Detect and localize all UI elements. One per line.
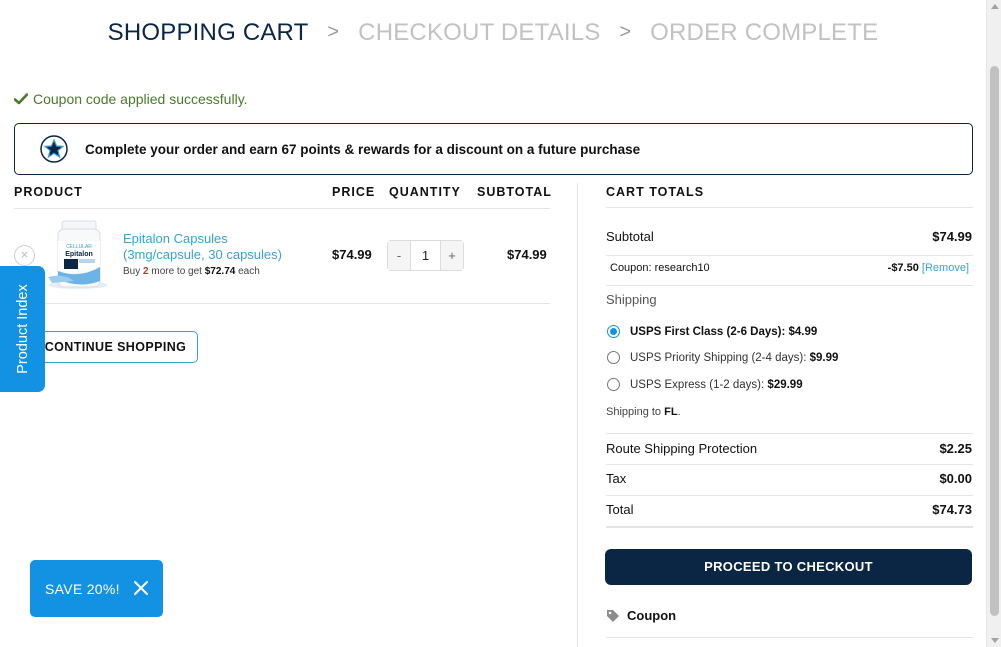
column-header-price: PRICE	[332, 185, 376, 199]
shipping-label: Shipping	[606, 292, 657, 307]
divider	[606, 495, 973, 496]
column-header-quantity: QUANTITY	[389, 185, 461, 199]
shipping-to-prefix: Shipping to	[606, 406, 662, 418]
cart-totals-title: CART TOTALS	[606, 185, 705, 199]
coupon-discount-value: -$7.50	[887, 262, 919, 274]
upsell-quantity: 2	[143, 266, 149, 277]
subtotal-label: Subtotal	[606, 229, 654, 244]
coupon-label: Coupon: research10	[610, 262, 710, 274]
save-20-badge[interactable]: SAVE 20%!	[30, 560, 163, 617]
coupon-row: Coupon: research10 -$7.50 [Remove]	[606, 262, 969, 274]
proceed-to-checkout-button[interactable]: PROCEED TO CHECKOUT	[605, 549, 972, 585]
svg-text:Epitalon: Epitalon	[65, 251, 93, 258]
step-checkout-details[interactable]: CHECKOUT DETAILS	[358, 19, 600, 47]
shipping-option-price: $9.99	[809, 351, 839, 364]
rewards-text: Complete your order and earn 67 points &…	[85, 141, 641, 157]
close-icon[interactable]	[133, 580, 149, 596]
item-subtotal: $74.99	[507, 247, 547, 262]
product-index-label: Product Index	[14, 284, 31, 374]
quantity-stepper: - 1 +	[387, 240, 464, 271]
column-header-subtotal: SUBTOTAL	[477, 185, 552, 199]
divider	[14, 208, 550, 209]
divider	[606, 433, 973, 434]
total-row: Total $74.73	[606, 502, 972, 517]
divider	[606, 255, 973, 256]
rewards-banner: Complete your order and earn 67 points &…	[14, 123, 973, 175]
quantity-decrease-button[interactable]: -	[388, 241, 411, 270]
star-badge-icon	[40, 135, 68, 163]
quantity-increase-button[interactable]: +	[440, 241, 463, 270]
subtotal-value: $74.99	[932, 229, 972, 244]
quantity-input[interactable]: 1	[411, 248, 440, 263]
step-order-complete: ORDER COMPLETE	[650, 18, 879, 46]
tax-value: $0.00	[939, 471, 972, 486]
shipping-to-suffix: .	[677, 406, 681, 418]
upsell-text: more to get	[151, 266, 202, 277]
radio-unselected[interactable]	[607, 351, 620, 364]
shipping-option-label: USPS Priority Shipping (2-4 days):	[630, 351, 807, 364]
chevron-right-icon: >	[619, 21, 632, 44]
divider	[14, 303, 550, 304]
route-protection-row: Route Shipping Protection $2.25	[606, 441, 972, 456]
coupon-toggle-label[interactable]: Coupon	[627, 608, 676, 623]
checkout-steps: SHOPPING CART > CHECKOUT DETAILS > ORDER…	[0, 18, 986, 47]
upsell-price: $72.74	[204, 266, 236, 277]
shipping-option-first-class[interactable]: USPS First Class (2-6 Days): $4.99	[607, 325, 817, 338]
radio-selected[interactable]	[607, 325, 620, 338]
shipping-option-label: USPS Express (1-2 days):	[630, 378, 765, 391]
continue-shopping-button[interactable]: CONTINUE SHOPPING	[33, 331, 198, 363]
scroll-down-arrow-icon[interactable]	[991, 638, 999, 643]
notice-message: Coupon code applied successfully.	[33, 91, 248, 107]
product-thumbnail[interactable]: CELLULAR Epitalon	[44, 219, 112, 291]
save-badge-label[interactable]: SAVE 20%!	[45, 581, 120, 597]
scrollbar-thumb[interactable]	[990, 66, 999, 616]
radio-unselected[interactable]	[607, 378, 620, 391]
remove-coupon-link[interactable]: [Remove]	[922, 262, 969, 274]
tag-icon	[607, 609, 619, 622]
remove-item-button[interactable]: ×	[14, 245, 35, 266]
product-name-line2[interactable]: (3mg/capsule, 30 capsules)	[123, 247, 323, 263]
tax-row: Tax $0.00	[606, 471, 972, 486]
check-icon	[14, 93, 28, 105]
item-price: $74.99	[332, 247, 372, 262]
shipping-option-express[interactable]: USPS Express (1-2 days): $29.99	[607, 378, 803, 391]
total-value: $74.73	[932, 502, 972, 517]
shipping-option-price: $29.99	[767, 378, 803, 391]
column-divider	[577, 183, 578, 647]
total-label: Total	[606, 502, 634, 517]
column-header-product: PRODUCT	[14, 185, 83, 199]
scroll-up-arrow-icon[interactable]	[991, 4, 999, 9]
shipping-destination: Shipping to FL.	[606, 406, 681, 418]
upsell-suffix: each	[238, 266, 260, 277]
step-shopping-cart[interactable]: SHOPPING CART	[108, 19, 309, 47]
subtotal-row: Subtotal $74.99	[606, 229, 972, 244]
product-name-link[interactable]: Epitalon Capsules (3mg/capsule, 30 capsu…	[123, 231, 323, 263]
product-index-tab[interactable]: Product Index	[0, 266, 45, 392]
upsell-prefix: Buy	[123, 266, 141, 277]
divider	[606, 637, 973, 638]
chevron-right-icon: >	[327, 21, 340, 44]
shipping-option-price: $4.99	[788, 325, 818, 338]
route-protection-label: Route Shipping Protection	[606, 441, 758, 456]
divider	[606, 464, 973, 465]
divider	[606, 526, 973, 528]
coupon-success-notice: Coupon code applied successfully.	[14, 91, 248, 107]
shipping-option-priority[interactable]: USPS Priority Shipping (2-4 days): $9.99	[607, 351, 838, 364]
divider	[606, 285, 973, 286]
route-protection-value: $2.25	[939, 441, 972, 456]
tax-label: Tax	[606, 471, 627, 486]
product-name-line1[interactable]: Epitalon Capsules	[123, 231, 323, 247]
coupon-toggle[interactable]: Coupon	[606, 608, 676, 623]
divider	[606, 207, 973, 208]
shipping-option-label: USPS First Class (2-6 Days):	[630, 325, 786, 338]
upsell-note: Buy 2 more to get $72.74 each	[123, 266, 260, 277]
svg-text:CELLULAR: CELLULAR	[66, 244, 92, 250]
page-scrollbar[interactable]	[986, 0, 1001, 647]
shipping-state: FL	[664, 406, 678, 418]
